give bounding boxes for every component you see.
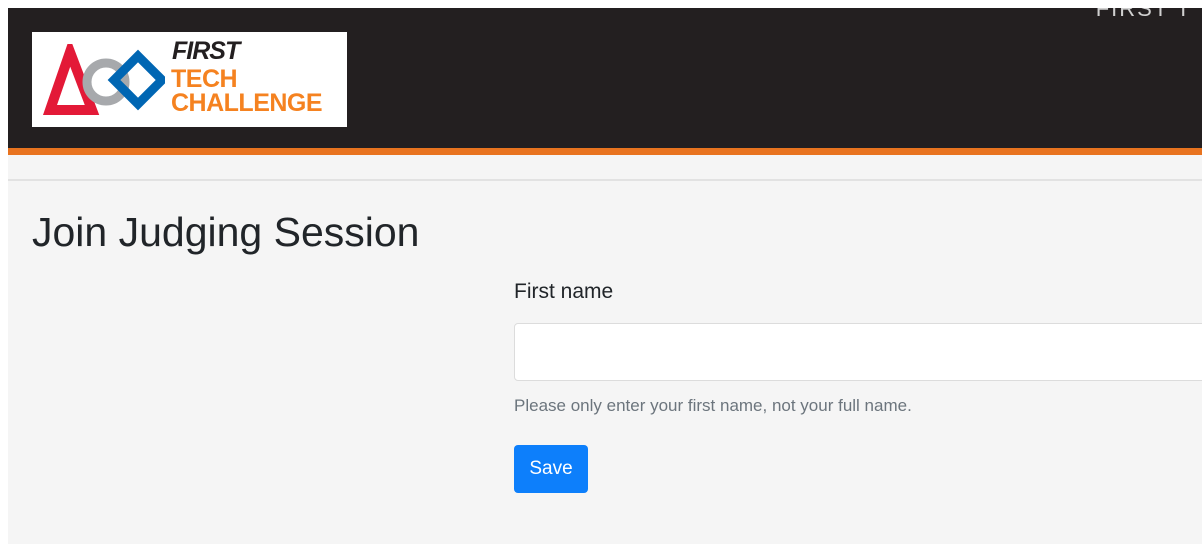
app-frame: FIRST T FIRST TECH CHALLENGE Join Judgin…: [8, 8, 1202, 544]
site-header: FIRST T FIRST TECH CHALLENGE: [8, 8, 1202, 148]
first-name-label: First name: [514, 280, 614, 303]
first-name-input[interactable]: [514, 323, 1202, 381]
header-nav-partial-text: FIRST T: [1095, 8, 1192, 21]
page-title: Join Judging Session: [32, 209, 420, 255]
logo-challenge-text: CHALLENGE: [171, 89, 323, 117]
first-name-help-text: Please only enter your first name, not y…: [514, 396, 912, 415]
ftc-logo-mark-icon: [42, 44, 165, 115]
first-tech-challenge-logo[interactable]: FIRST TECH CHALLENGE: [32, 32, 347, 127]
logo-first-text: FIRST: [172, 37, 240, 65]
header-accent-stripe: [8, 148, 1202, 155]
content-divider: [8, 179, 1202, 181]
save-button[interactable]: Save: [514, 445, 588, 493]
